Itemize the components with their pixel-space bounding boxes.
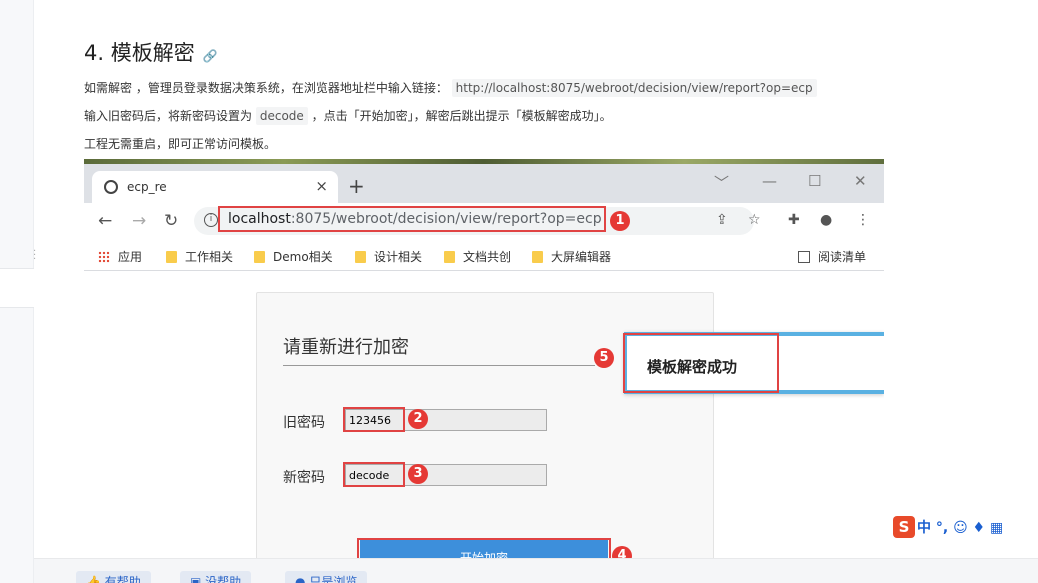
paragraph-2: 输入旧密码后，将新密码设置为 decode ，点击「开始加密」，解密后跳出提示「… (84, 107, 612, 125)
sogou-logo-icon: S (893, 516, 915, 538)
folder-icon (166, 251, 177, 263)
folder-icon (355, 251, 366, 263)
bookmark-folder-screen[interactable]: 大屏编辑器 (532, 248, 611, 265)
bookmark-label: 工作相关 (185, 250, 234, 264)
bookmark-apps[interactable]: 应用 (98, 248, 142, 265)
reload-icon[interactable]: ↻ (164, 211, 178, 231)
step-badge-1: 1 (610, 211, 630, 231)
thumb-up-icon: 👍 (86, 575, 101, 583)
bookmark-label: 文档共创 (463, 250, 512, 264)
not-helpful-button[interactable]: ▣ 没帮助 (180, 571, 252, 583)
bookmark-label: 大屏编辑器 (551, 250, 612, 264)
maximize-button[interactable]: ☐ (808, 172, 821, 190)
bookmark-folder-demo[interactable]: Demo相关 (254, 248, 333, 265)
page-viewport: 请重新进行加密 旧密码 123456 2 新密码 decode 3 开始加密 4… (84, 271, 884, 559)
section-heading: 4. 模板解密 🔗 (84, 37, 218, 67)
ime-toolbar[interactable]: S中 °, ☺ ♦ ▦ (893, 516, 1038, 542)
folder-icon (254, 251, 265, 263)
url-path: :8075/webroot/decision/view/report?op=ec… (290, 211, 602, 227)
share-icon[interactable]: ⇪ (716, 212, 728, 228)
not-helpful-label: 没帮助 (205, 575, 242, 583)
section-title: 4. 模板解密 (84, 41, 195, 65)
forward-icon[interactable]: → (132, 211, 146, 231)
back-icon[interactable]: ← (98, 211, 112, 231)
folder-icon (532, 251, 543, 263)
left-rail: · · · (0, 0, 36, 583)
browser-toolbar: ← → ↻ i localhost:8075/webroot/decision/… (84, 203, 884, 239)
browser-tab[interactable]: ecp_re × (92, 171, 338, 203)
old-password-highlight (343, 407, 405, 432)
just-browsing-label: 只是浏览 (309, 575, 358, 583)
helpful-label: 有帮助 (104, 575, 141, 583)
reading-list-label: 阅读清单 (818, 250, 867, 264)
close-tab-icon[interactable]: × (315, 177, 328, 195)
folder-icon (444, 251, 455, 263)
feedback-bar: 👍 有帮助 ▣ 没帮助 ● 只是浏览 (34, 558, 1038, 583)
url-host: localhost (228, 211, 291, 227)
url-code: http://localhost:8075/webroot/decision/v… (451, 79, 817, 97)
link-icon[interactable]: 🔗 (203, 49, 218, 63)
helpful-button[interactable]: 👍 有帮助 (76, 571, 151, 583)
paragraph-3: 工程无需重启，即可正常访问模板。 (84, 137, 277, 151)
sidebar-resize-handle[interactable]: · · · (33, 247, 39, 265)
bookmark-label: 应用 (118, 250, 143, 264)
tab-title: ecp_re (127, 180, 167, 194)
info-icon[interactable]: i (204, 213, 218, 227)
browser-screenshot: ecp_re × + ﹀ — ☐ ✕ ← → ↻ i localhost:807… (84, 159, 884, 559)
step-badge-2: 2 (408, 409, 428, 429)
step-badge-5: 5 (594, 348, 614, 368)
reading-list-icon (798, 251, 810, 263)
bookmarks-bar: 应用 工作相关 Demo相关 设计相关 文档共创 大屏编辑器 阅读清单 (84, 239, 884, 271)
bookmark-folder-design[interactable]: 设计相关 (355, 248, 422, 265)
star-icon[interactable]: ☆ (748, 212, 761, 228)
reading-list[interactable]: 阅读清单 (798, 248, 866, 265)
profile-icon[interactable]: ● (820, 212, 832, 228)
start-encrypt-button[interactable]: 开始加密 (360, 540, 608, 559)
eye-icon: ● (295, 575, 306, 583)
bookmark-folder-docs[interactable]: 文档共创 (444, 248, 511, 265)
just-browsing-button[interactable]: ● 只是浏览 (285, 571, 368, 583)
password-code: decode (255, 107, 308, 125)
menu-icon[interactable]: ⋮ (856, 212, 870, 228)
close-window-button[interactable]: ✕ (854, 172, 867, 190)
paragraph-2-after: ，点击「开始加密」，解密后跳出提示「模板解密成功」。 (311, 109, 612, 123)
bookmark-folder-work[interactable]: 工作相关 (166, 248, 233, 265)
tab-bar: ecp_re × + ﹀ — ☐ ✕ (84, 164, 884, 203)
paragraph-2-before: 输入旧密码后，将新密码设置为 (84, 109, 253, 123)
url-text[interactable]: localhost:8075/webroot/decision/view/rep… (228, 211, 602, 227)
paragraph-1: 如需解密 ，管理员登录数据决策系统，在浏览器地址栏中输入链接： http://l… (84, 79, 817, 97)
new-tab-button[interactable]: + (348, 174, 365, 198)
form-title: 请重新进行加密 (283, 337, 409, 358)
apps-grid-icon (98, 251, 110, 263)
globe-icon (104, 180, 118, 194)
old-password-label: 旧密码 (283, 415, 325, 431)
rail-divider (0, 268, 34, 308)
ime-status: 中 °, ☺ ♦ ▦ (917, 520, 1004, 536)
extensions-icon[interactable]: ✚ (788, 212, 800, 228)
step-badge-3: 3 (408, 464, 428, 484)
bookmark-label: Demo相关 (273, 250, 333, 264)
title-underline (283, 365, 595, 366)
tab-search-icon[interactable]: ﹀ (714, 172, 729, 193)
new-password-label: 新密码 (283, 470, 325, 486)
toast-highlight (623, 333, 779, 393)
minimize-button[interactable]: — (762, 172, 777, 190)
paragraph-1-text: 如需解密 ，管理员登录数据决策系统，在浏览器地址栏中输入链接： (84, 81, 448, 95)
bookmark-label: 设计相关 (374, 250, 423, 264)
thumb-down-icon: ▣ (190, 575, 202, 583)
new-password-highlight (343, 462, 405, 487)
